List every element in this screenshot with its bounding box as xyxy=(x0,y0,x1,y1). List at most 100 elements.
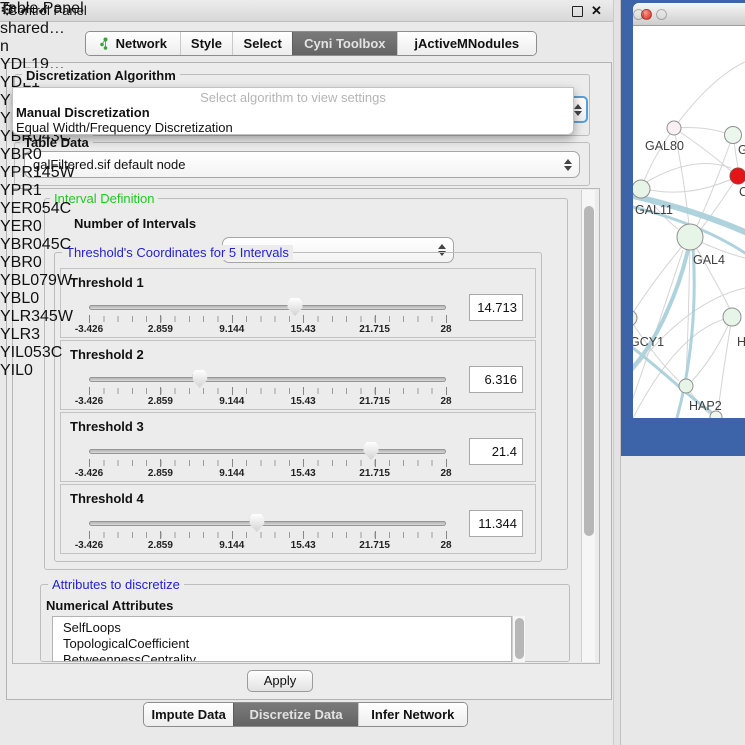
cell-name[interactable]: YER0 xyxy=(0,218,75,236)
minimize-traffic-light-icon[interactable] xyxy=(656,9,667,20)
slider-tick-label: 2.859 xyxy=(148,540,173,551)
attributes-scrollbar-thumb[interactable] xyxy=(515,618,524,659)
checkbox-icon[interactable]: ✓ xyxy=(19,2,32,19)
close-icon[interactable]: ✕ xyxy=(591,2,602,20)
threshold-1-slider[interactable]: -3.4262.8599.14415.4321.71528 xyxy=(89,297,446,339)
cell-name[interactable]: YLR3 xyxy=(0,326,75,344)
node-g[interactable] xyxy=(725,127,742,144)
checkbox-icon[interactable]: ✓ xyxy=(37,2,50,19)
settings-scrollbar-thumb[interactable] xyxy=(584,206,594,536)
tab-network[interactable]: Network xyxy=(86,32,180,55)
attribute-list-item[interactable]: SelfLoops xyxy=(63,620,511,636)
slider-thumb[interactable] xyxy=(249,514,264,532)
cell-shared-name[interactable]: YER054C xyxy=(0,200,75,218)
zoom-traffic-light-icon[interactable] xyxy=(633,9,644,20)
attribute-list-item[interactable]: TopologicalCoefficient xyxy=(63,636,511,652)
table-row[interactable]: YBR045CYBR0 xyxy=(0,236,75,272)
slider-track[interactable] xyxy=(89,521,446,526)
threshold-1-value-field[interactable]: 14.713 xyxy=(469,294,523,321)
cell-name[interactable]: YPR1 xyxy=(0,182,75,200)
node-gal4[interactable] xyxy=(677,224,703,250)
slider-thumb[interactable] xyxy=(192,370,207,388)
slider-tick-label: 15.43 xyxy=(291,468,316,479)
network-window-titlebar[interactable] xyxy=(633,3,745,26)
table-row[interactable]: YPR145WYPR1 xyxy=(0,164,75,200)
algorithm-dropdown-popup: Select algorithm to view settings Manual… xyxy=(12,87,574,135)
tab-cyni-toolbox[interactable]: Cyni Toolbox xyxy=(292,32,397,55)
threshold-3-value-field[interactable]: 21.4 xyxy=(469,438,523,465)
table-panel-body: ⚙ ✓ ✓ shared… n YDL19…YDL1YDR27…YDR2YBR0… xyxy=(0,0,75,380)
cell-name[interactable]: YBR0 xyxy=(0,146,75,164)
table-row[interactable]: YLR345WYLR3 xyxy=(0,308,75,344)
slider-tick-label: 28 xyxy=(440,396,451,407)
cell-shared-name[interactable]: YLR345W xyxy=(0,308,75,326)
numerical-attributes-label: Numerical Attributes xyxy=(46,598,173,613)
gear-icon[interactable]: ⚙ xyxy=(0,2,14,19)
cell-shared-name[interactable]: YBR045C xyxy=(0,236,75,254)
tab-select[interactable]: Select xyxy=(232,32,292,55)
slider-tick-label: 2.859 xyxy=(148,324,173,335)
table-row[interactable]: YIL053CYIL0 xyxy=(0,344,75,380)
cell-name[interactable]: YBL0 xyxy=(0,290,75,308)
settings-scrollbar[interactable] xyxy=(581,190,595,662)
slider-tick-label: 28 xyxy=(440,540,451,551)
node-hap2[interactable] xyxy=(679,379,693,393)
attributes-scrollbar[interactable] xyxy=(512,616,525,662)
table-row[interactable]: YBL079WYBL0 xyxy=(0,272,75,308)
dropdown-item-manual-discretization[interactable]: Manual Discretization xyxy=(16,105,150,120)
network-view-window: GAL80 G. C GAL11 GAL4 GCY1 H HAP2 xyxy=(633,3,745,418)
column-header-name[interactable]: n xyxy=(0,38,75,56)
control-panel: Control Panel ✕ Network Style Select xyxy=(0,0,613,745)
dropdown-item-equal-width-frequency[interactable]: Equal Width/Frequency Discretization xyxy=(16,120,233,135)
slider-thumb[interactable] xyxy=(288,298,303,316)
attribute-list-item[interactable]: BetweennessCentrality xyxy=(63,652,511,662)
node-gal11[interactable] xyxy=(633,180,650,198)
node-gal80[interactable] xyxy=(667,121,681,135)
slider-tick-label: -3.426 xyxy=(75,324,103,335)
node-label-c: C xyxy=(739,185,745,199)
threshold-3-slider[interactable]: -3.4262.8599.14415.4321.71528 xyxy=(89,441,446,483)
cell-shared-name[interactable]: YBL079W xyxy=(0,272,75,290)
cell-shared-name[interactable]: YIL053C xyxy=(0,344,75,362)
table-row[interactable]: YER054CYER0 xyxy=(0,200,75,236)
tab-jactivemnodules[interactable]: jActiveMNodules xyxy=(397,32,536,55)
numerical-attributes-list[interactable]: SelfLoopsTopologicalCoefficientBetweenne… xyxy=(52,616,512,662)
tab-impute-data-label: Impute Data xyxy=(152,707,226,722)
threshold-4-slider[interactable]: -3.4262.8599.14415.4321.71528 xyxy=(89,513,446,555)
node-red-selected[interactable] xyxy=(730,168,745,184)
attributes-group-title: Attributes to discretize xyxy=(48,577,184,592)
network-canvas[interactable]: GAL80 G. C GAL11 GAL4 GCY1 H HAP2 xyxy=(633,26,745,418)
float-window-icon[interactable] xyxy=(572,6,583,17)
slider-thumb[interactable] xyxy=(364,442,379,460)
threshold-2-value-field[interactable]: 6.316 xyxy=(469,366,523,393)
node-label-g: G. xyxy=(738,143,745,157)
node-gcy1[interactable] xyxy=(633,310,637,326)
tab-jactivemnodules-label: jActiveMNodules xyxy=(414,36,519,51)
split-pane-divider[interactable] xyxy=(613,0,621,745)
cell-name[interactable]: YBR0 xyxy=(0,254,75,272)
threshold-2-row: Threshold 2 -3.4262.8599.14415.4321.7152… xyxy=(60,340,536,410)
tab-discretize-data[interactable]: Discretize Data xyxy=(233,703,357,726)
algorithm-combobox-placeholder: Select algorithm to view settings xyxy=(13,90,573,105)
tab-impute-data[interactable]: Impute Data xyxy=(144,703,233,726)
cell-shared-name[interactable]: YPR145W xyxy=(0,164,75,182)
threshold-2-slider[interactable]: -3.4262.8599.14415.4321.71528 xyxy=(89,369,446,411)
table-data-combobox[interactable]: galFiltered.sif default node xyxy=(24,151,580,178)
column-header-shared-name[interactable]: shared… xyxy=(0,20,75,38)
tab-infer-network[interactable]: Infer Network xyxy=(358,703,467,726)
combo-arrows-icon xyxy=(574,104,582,116)
network-icon xyxy=(99,37,112,50)
apply-button[interactable]: Apply xyxy=(247,670,313,692)
tab-style[interactable]: Style xyxy=(180,32,233,55)
slider-track[interactable] xyxy=(89,305,446,310)
slider-track[interactable] xyxy=(89,377,446,382)
slider-tick-label: 21.715 xyxy=(359,540,390,551)
node-h[interactable] xyxy=(723,308,741,326)
slider-scale: -3.4262.8599.14415.4321.71528 xyxy=(89,540,446,552)
slider-scale: -3.4262.8599.14415.4321.71528 xyxy=(89,396,446,408)
threshold-3-label: Threshold 3 xyxy=(70,419,144,434)
threshold-4-value-field[interactable]: 11.344 xyxy=(469,510,523,537)
slider-minor-ticks xyxy=(89,532,446,538)
cell-name[interactable]: YIL0 xyxy=(0,362,75,380)
slider-track[interactable] xyxy=(89,449,446,454)
